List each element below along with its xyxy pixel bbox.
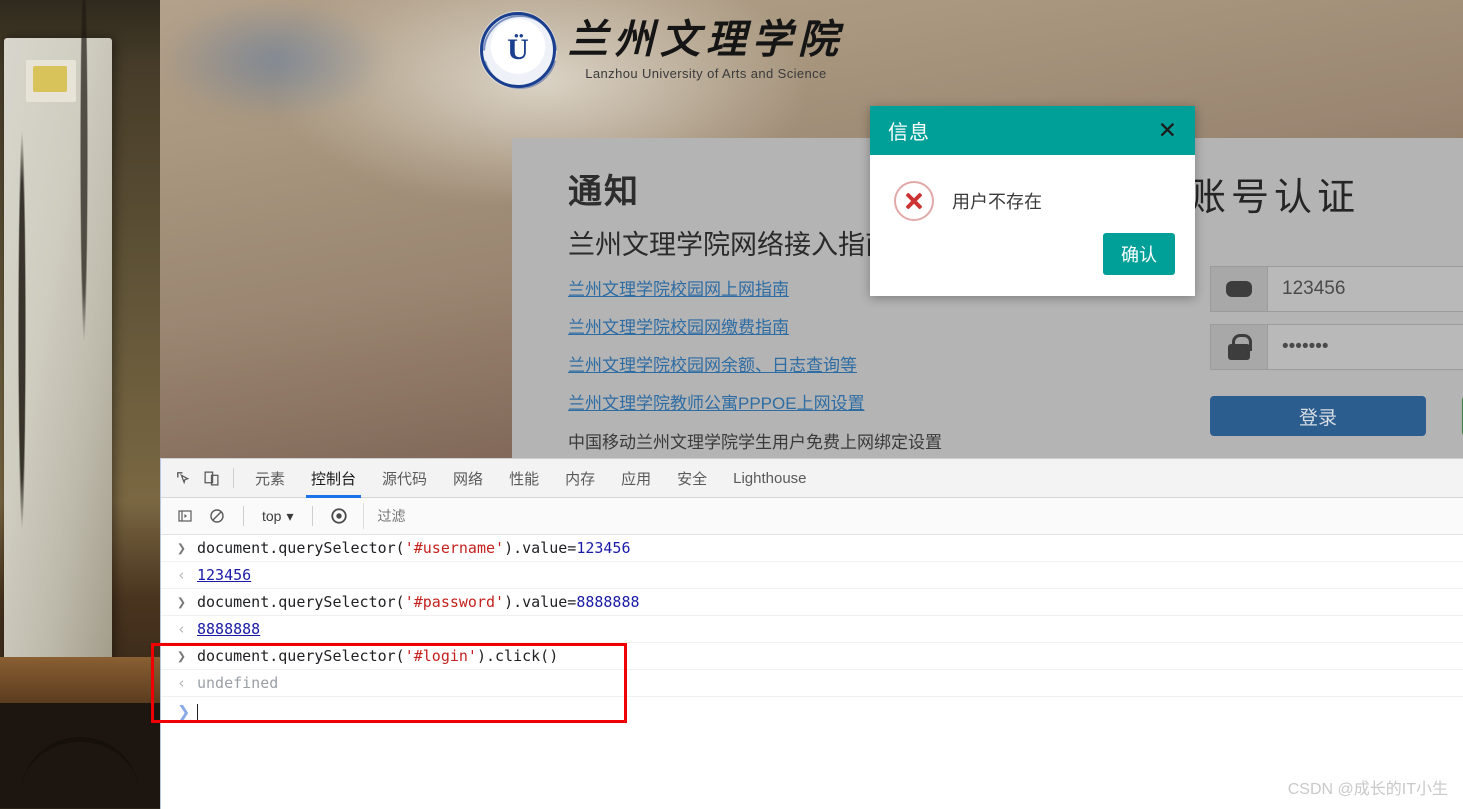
tab-elements[interactable]: 元素 bbox=[242, 460, 298, 497]
clear-console-icon[interactable] bbox=[203, 503, 231, 529]
input-marker: ❯ bbox=[177, 539, 187, 557]
console-input-text: document.querySelector('#username').valu… bbox=[197, 539, 631, 557]
notice-link[interactable]: 兰州文理学院教师公寓PPPOE上网设置 bbox=[568, 389, 998, 414]
console-input-row: ❯ document.querySelector('#password').va… bbox=[161, 589, 1463, 616]
tab-performance[interactable]: 性能 bbox=[496, 460, 552, 497]
prompt-marker: ❯ bbox=[177, 702, 187, 722]
devtools-tabbar: 元素 控制台 源代码 网络 性能 内存 应用 安全 Lighthouse bbox=[161, 459, 1463, 498]
wallpaper-shelf bbox=[0, 657, 160, 703]
console-input-text: document.querySelector('#login').click() bbox=[197, 647, 558, 665]
console-filter-input[interactable] bbox=[363, 503, 1463, 529]
output-marker: ‹ bbox=[177, 674, 187, 692]
output-marker: ‹ bbox=[177, 566, 187, 584]
login-button[interactable]: 登录 bbox=[1210, 396, 1426, 436]
chevron-down-icon: ▾ bbox=[286, 508, 293, 525]
dialog-header: 信息 ✕ bbox=[870, 106, 1195, 155]
console-input-row: ❯ document.querySelector('#username').va… bbox=[161, 535, 1463, 562]
tab-security[interactable]: 安全 bbox=[664, 460, 720, 497]
dialog-body: 用户不存在 bbox=[870, 155, 1195, 221]
wallpaper-left-strip bbox=[0, 0, 160, 808]
university-seal-icon: Ü bbox=[480, 12, 556, 88]
console-output-row: ‹ 8888888 bbox=[161, 616, 1463, 643]
password-field[interactable]: ••••••• bbox=[1210, 324, 1463, 370]
notice-link[interactable]: 兰州文理学院校园网缴费指南 bbox=[568, 313, 998, 338]
console-result: undefined bbox=[197, 674, 278, 692]
console-toolbar: top ▾ bbox=[161, 498, 1463, 535]
password-input[interactable]: ••••••• bbox=[1268, 324, 1463, 370]
device-toolbar-icon[interactable] bbox=[197, 465, 225, 491]
tab-sources[interactable]: 源代码 bbox=[369, 460, 440, 497]
console-output-row: ‹ undefined bbox=[161, 670, 1463, 697]
console-sidebar-icon[interactable] bbox=[171, 503, 199, 529]
live-expression-icon[interactable] bbox=[325, 503, 353, 529]
user-icon bbox=[1210, 266, 1268, 312]
username-input[interactable]: 123456 bbox=[1268, 266, 1463, 312]
toolbar-divider bbox=[233, 468, 234, 488]
console-result[interactable]: 123456 bbox=[197, 566, 251, 584]
output-marker: ‹ bbox=[177, 620, 187, 638]
console-output: ❯ document.querySelector('#username').va… bbox=[161, 535, 1463, 727]
username-field[interactable]: 123456 bbox=[1210, 266, 1463, 312]
dialog-title: 信息 bbox=[888, 116, 930, 145]
console-prompt-row[interactable]: ❯ bbox=[161, 697, 1463, 727]
lock-icon bbox=[1210, 324, 1268, 370]
error-circle-icon bbox=[894, 181, 934, 221]
context-label: top bbox=[262, 508, 281, 524]
watermark: CSDN @成长的IT小生 bbox=[1288, 775, 1448, 799]
tab-network[interactable]: 网络 bbox=[440, 460, 496, 497]
input-marker: ❯ bbox=[177, 593, 187, 611]
notice-link-clipped[interactable]: 中国移动兰州文理学院学生用户免费上网绑定设置 bbox=[568, 428, 998, 453]
tab-application[interactable]: 应用 bbox=[608, 460, 664, 497]
console-output-row: ‹ 123456 bbox=[161, 562, 1463, 589]
university-name-en: Lanzhou University of Arts and Science bbox=[568, 66, 844, 81]
console-input-row: ❯ document.querySelector('#login').click… bbox=[161, 643, 1463, 670]
text-caret bbox=[197, 704, 198, 721]
tab-memory[interactable]: 内存 bbox=[552, 460, 608, 497]
devtools-panel: 元素 控制台 源代码 网络 性能 内存 应用 安全 Lighthouse top… bbox=[160, 458, 1463, 809]
input-marker: ❯ bbox=[177, 647, 187, 665]
inspect-element-icon[interactable] bbox=[169, 465, 197, 491]
dialog-message: 用户不存在 bbox=[952, 188, 1042, 214]
console-result[interactable]: 8888888 bbox=[197, 620, 260, 638]
browser-viewport: Ü 兰州文理学院 Lanzhou University of Arts and … bbox=[160, 0, 1463, 460]
tab-console[interactable]: 控制台 bbox=[298, 460, 369, 497]
tab-lighthouse[interactable]: Lighthouse bbox=[720, 462, 819, 495]
login-title: 账号认证 bbox=[1188, 166, 1360, 221]
university-name-cn: 兰州文理学院 bbox=[568, 20, 844, 60]
notice-link[interactable]: 兰州文理学院校园网余额、日志查询等 bbox=[568, 351, 998, 376]
execution-context-select[interactable]: top ▾ bbox=[256, 508, 300, 525]
close-icon[interactable]: ✕ bbox=[1158, 119, 1177, 142]
university-logo: Ü 兰州文理学院 Lanzhou University of Arts and … bbox=[480, 12, 844, 88]
toolbar-divider bbox=[312, 506, 313, 526]
console-input-text: document.querySelector('#password').valu… bbox=[197, 593, 640, 611]
confirm-button[interactable]: 确认 bbox=[1103, 233, 1175, 275]
message-dialog: 信息 ✕ 用户不存在 确认 bbox=[870, 106, 1195, 296]
toolbar-divider bbox=[243, 506, 244, 526]
